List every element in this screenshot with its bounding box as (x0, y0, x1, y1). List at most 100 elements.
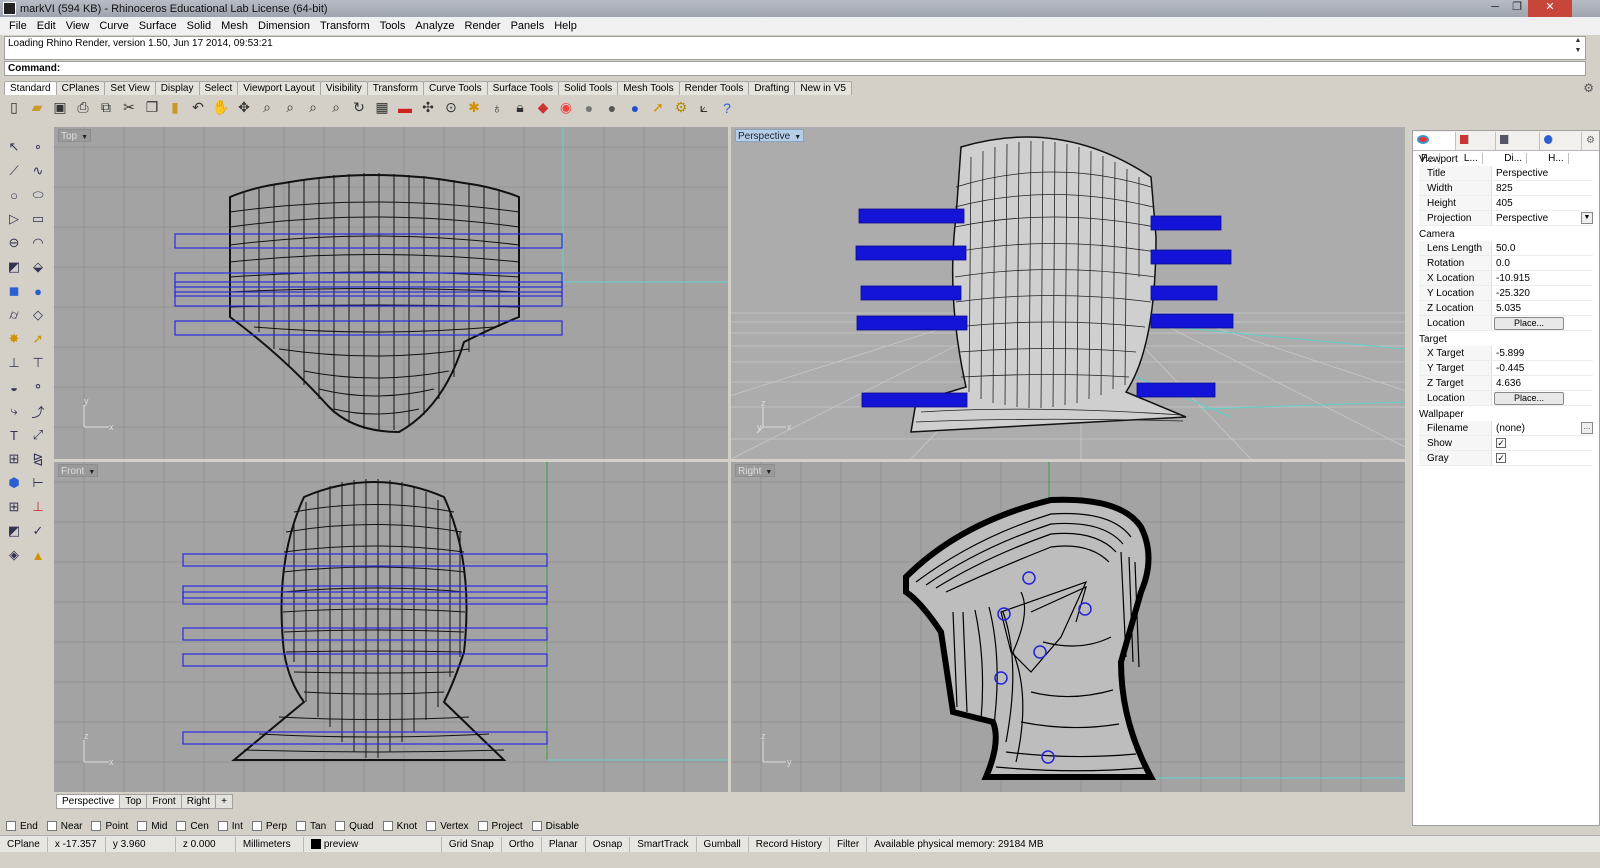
chevron-down-icon[interactable]: ▼ (794, 131, 801, 144)
osnap-cen[interactable]: Cen (176, 821, 209, 832)
osnap-point-checkbox[interactable] (91, 821, 102, 831)
tab-transform[interactable]: Transform (366, 81, 424, 95)
chevron-down-icon[interactable]: ▼ (88, 466, 95, 479)
osnap-mid-checkbox[interactable] (137, 821, 148, 831)
camera-place-button[interactable]: Place... (1494, 317, 1564, 330)
copy-icon[interactable]: ❐ (142, 98, 162, 118)
tab-drafting[interactable]: Drafting (748, 81, 796, 95)
viewport-tab-right[interactable]: Right (180, 794, 217, 809)
help-icon[interactable]: ? (717, 98, 737, 118)
open-icon[interactable]: ▰ (27, 98, 47, 118)
trim-icon[interactable]: ⊥ (3, 352, 25, 374)
osnap-knot[interactable]: Knot (382, 821, 417, 832)
circle-icon[interactable]: ○ (3, 184, 25, 206)
osnap-quad-checkbox[interactable] (335, 821, 346, 831)
target-place-button[interactable]: Place... (1494, 392, 1564, 405)
osnap-near[interactable]: Near (46, 821, 82, 832)
viewport-front[interactable]: z x Front ▼ (54, 462, 728, 792)
check-icon[interactable]: ✓ (27, 520, 49, 542)
sphere-icon[interactable]: ● (625, 98, 645, 118)
cut-icon[interactable]: ✂ (119, 98, 139, 118)
scale-icon[interactable]: ⤢ (27, 424, 49, 446)
gear-icon[interactable]: ⚙ (671, 98, 691, 118)
blend-icon[interactable]: ⤴ (27, 400, 49, 422)
panel-tab-help[interactable]: H... (1540, 131, 1583, 164)
osnap-end[interactable]: End (6, 821, 38, 832)
move-icon[interactable]: ⊞ (3, 448, 25, 470)
explode-icon[interactable]: ✸ (3, 328, 25, 350)
menu-tools[interactable]: Tools (375, 20, 411, 32)
status-planar[interactable]: Planar (542, 836, 586, 852)
prop-title-field[interactable]: Perspective (1491, 166, 1593, 180)
new-icon[interactable]: ▯ (4, 98, 24, 118)
osnap-perp[interactable]: Perp (251, 821, 287, 832)
viewport-tab-perspective[interactable]: Perspective (56, 794, 121, 809)
group-icon[interactable]: ⚬ (27, 376, 49, 398)
viewport-perspective[interactable]: z x y Perspective ▼ (731, 127, 1405, 459)
osnap-mid[interactable]: Mid (137, 821, 167, 832)
status-grid-snap[interactable]: Grid Snap (442, 836, 502, 852)
command-input[interactable]: Command: (4, 61, 1586, 76)
osnap-vertex[interactable]: Vertex (426, 821, 469, 832)
menu-mesh[interactable]: Mesh (216, 20, 253, 32)
menu-panels[interactable]: Panels (506, 20, 550, 32)
toolbar-options-gear-icon[interactable]: ⚙ (1583, 81, 1594, 95)
render-tool-icon[interactable]: ◩ (3, 520, 25, 542)
menu-file[interactable]: File (4, 20, 32, 32)
menu-transform[interactable]: Transform (315, 20, 375, 32)
material-icon[interactable]: ● (579, 98, 599, 118)
extrude-icon[interactable]: ⬙ (27, 256, 49, 278)
prop-xtarget-field[interactable]: -5.899 (1491, 346, 1593, 360)
zoom-extents-icon[interactable]: ⌕ (303, 98, 323, 118)
polygon-icon[interactable]: ▷ (3, 208, 25, 230)
surface-corner-icon[interactable]: ◩ (3, 256, 25, 278)
text-icon[interactable]: T (3, 424, 25, 446)
zoom-window-icon[interactable]: ⌕ (280, 98, 300, 118)
curve-icon[interactable]: ∿ (27, 160, 49, 182)
status-record-history[interactable]: Record History (749, 836, 830, 852)
panel-tab-display[interactable]: Di... (1496, 131, 1541, 164)
status-cplane[interactable]: CPlane (0, 836, 48, 852)
tab-new-in-v5[interactable]: New in V5 (794, 81, 852, 95)
lock-icon[interactable]: 🔒︎ (510, 98, 530, 118)
properties-icon[interactable]: ✱ (464, 98, 484, 118)
grid-icon[interactable]: ▦ (372, 98, 392, 118)
fillet-icon[interactable]: ⤷ (3, 400, 25, 422)
cylinder-icon[interactable]: ⌭ (3, 304, 25, 326)
viewport-tab-top[interactable]: Top (119, 794, 148, 809)
cplane-icon[interactable]: ⟀ (694, 98, 714, 118)
osnap-disable[interactable]: Disable (531, 821, 579, 832)
tab-visibility[interactable]: Visibility (319, 81, 368, 95)
shade-icon[interactable]: ▬ (395, 98, 415, 118)
panel-tab-properties[interactable]: P... (1413, 131, 1456, 164)
warning-icon[interactable]: ▲ (27, 544, 49, 566)
ellipse-icon[interactable]: ⬭ (27, 184, 49, 206)
menu-solid[interactable]: Solid (182, 20, 216, 32)
viewport-top[interactable]: y x Top ▼ (54, 127, 728, 459)
menu-surface[interactable]: Surface (134, 20, 182, 32)
polyline-icon[interactable]: ⟋ (3, 160, 25, 182)
menu-edit[interactable]: Edit (32, 20, 61, 32)
prop-lens-field[interactable]: 50.0 (1491, 241, 1593, 255)
prop-projection-select[interactable]: Perspective ▼ (1491, 211, 1593, 225)
tab-display[interactable]: Display (154, 81, 200, 95)
viewport-label-front[interactable]: Front ▼ (58, 464, 99, 479)
rotate-icon[interactable]: ✥ (234, 98, 254, 118)
viewport-label-right[interactable]: Right ▼ (735, 464, 776, 477)
tab-render-tools[interactable]: Render Tools (678, 81, 750, 95)
prop-yloc-field[interactable]: -25.320 (1491, 286, 1593, 300)
osnap-perp-checkbox[interactable] (251, 821, 262, 831)
menu-curve[interactable]: Curve (94, 20, 133, 32)
viewport-label-top[interactable]: Top ▼ (58, 129, 92, 142)
split-icon[interactable]: ⊤ (27, 352, 49, 374)
browse-button[interactable]: … (1581, 422, 1593, 434)
boolean-icon[interactable]: ◒ (3, 376, 25, 398)
panel-tab-layers[interactable]: L... (1456, 131, 1497, 164)
osnap-project[interactable]: Project (477, 821, 523, 832)
tab-cplanes[interactable]: CPlanes (55, 81, 106, 95)
menu-dimension[interactable]: Dimension (253, 20, 315, 32)
scroll-up-icon[interactable]: ▲ (1571, 37, 1585, 44)
zoom-dynamic-icon[interactable]: ↻ (349, 98, 369, 118)
osnap-tan[interactable]: Tan (296, 821, 326, 832)
status-smarttrack[interactable]: SmartTrack (630, 836, 697, 852)
